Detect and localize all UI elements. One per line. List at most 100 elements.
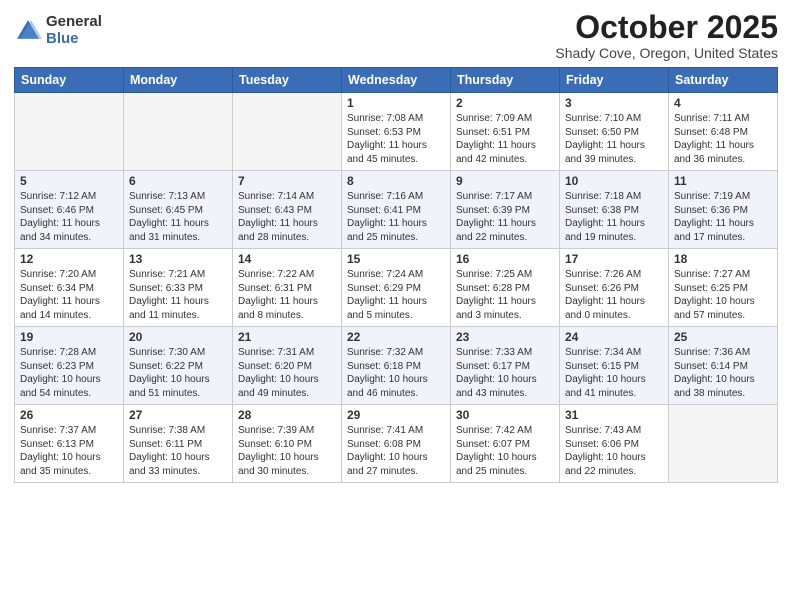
day-info: Sunrise: 7:39 AM Sunset: 6:10 PM Dayligh… [238, 424, 336, 478]
day-info: Sunrise: 7:17 AM Sunset: 6:39 PM Dayligh… [456, 190, 554, 244]
logo-text: General Blue [46, 14, 102, 47]
calendar-cell: 5 Sunrise: 7:12 AM Sunset: 6:46 PM Daylig… [15, 171, 124, 249]
day-info: Sunrise: 7:18 AM Sunset: 6:38 PM Dayligh… [565, 190, 663, 244]
calendar-week-row: 26Sunrise: 7:37 AM Sunset: 6:13 PM Dayli… [15, 405, 778, 483]
calendar-cell [15, 93, 124, 171]
calendar-cell: 7Sunrise: 7:14 AM Sunset: 6:43 PM Daylig… [233, 171, 342, 249]
calendar-cell: 12 Sunrise: 7:20 AM Sunset: 6:34 PM Dayli… [15, 249, 124, 327]
day-info: Sunrise: 7:36 AM Sunset: 6:14 PM Dayligh… [674, 346, 772, 400]
calendar-cell: 18Sunrise: 7:27 AM Sunset: 6:25 PM Dayli… [669, 249, 778, 327]
calendar-cell: 24 Sunrise: 7:34 AM Sunset: 6:15 PM Dayli… [560, 327, 669, 405]
day-number: 10 [565, 174, 663, 188]
calendar-cell: 6 Sunrise: 7:13 AM Sunset: 6:45 PM Daylig… [124, 171, 233, 249]
day-number: 16 [456, 252, 554, 266]
calendar-header-monday: Monday [124, 68, 233, 93]
calendar-cell: 14 Sunrise: 7:22 AM Sunset: 6:31 PM Dayli… [233, 249, 342, 327]
day-info: Sunrise: 7:30 AM Sunset: 6:22 PM Dayligh… [129, 346, 227, 400]
calendar-cell: 2Sunrise: 7:09 AM Sunset: 6:51 PM Daylig… [451, 93, 560, 171]
logo-icon [14, 17, 42, 45]
day-number: 18 [674, 252, 772, 266]
month-title: October 2025 [555, 10, 778, 45]
calendar-cell: 10 Sunrise: 7:18 AM Sunset: 6:38 PM Dayli… [560, 171, 669, 249]
calendar-week-row: 12 Sunrise: 7:20 AM Sunset: 6:34 PM Dayli… [15, 249, 778, 327]
calendar-cell: 26Sunrise: 7:37 AM Sunset: 6:13 PM Dayli… [15, 405, 124, 483]
calendar-header-wednesday: Wednesday [342, 68, 451, 93]
day-info: Sunrise: 7:28 AM Sunset: 6:23 PM Dayligh… [20, 346, 118, 400]
calendar-cell [124, 93, 233, 171]
calendar-cell: 22 Sunrise: 7:32 AM Sunset: 6:18 PM Dayli… [342, 327, 451, 405]
day-number: 1 [347, 96, 445, 110]
location-subtitle: Shady Cove, Oregon, United States [555, 45, 778, 61]
day-info: Sunrise: 7:20 AM Sunset: 6:34 PM Dayligh… [20, 268, 118, 322]
day-number: 14 [238, 252, 336, 266]
day-number: 21 [238, 330, 336, 344]
page: General Blue October 2025 Shady Cove, Or… [0, 0, 792, 612]
calendar-cell [669, 405, 778, 483]
calendar-cell: 9 Sunrise: 7:17 AM Sunset: 6:39 PM Daylig… [451, 171, 560, 249]
calendar-cell: 17 Sunrise: 7:26 AM Sunset: 6:26 PM Dayli… [560, 249, 669, 327]
day-info: Sunrise: 7:42 AM Sunset: 6:07 PM Dayligh… [456, 424, 554, 478]
day-info: Sunrise: 7:08 AM Sunset: 6:53 PM Dayligh… [347, 112, 445, 166]
calendar-header-friday: Friday [560, 68, 669, 93]
day-number: 12 [20, 252, 118, 266]
day-number: 17 [565, 252, 663, 266]
day-number: 11 [674, 174, 772, 188]
logo: General Blue [14, 14, 102, 47]
header: General Blue October 2025 Shady Cove, Or… [14, 10, 778, 61]
day-number: 29 [347, 408, 445, 422]
day-number: 27 [129, 408, 227, 422]
day-info: Sunrise: 7:12 AM Sunset: 6:46 PM Dayligh… [20, 190, 118, 244]
day-info: Sunrise: 7:32 AM Sunset: 6:18 PM Dayligh… [347, 346, 445, 400]
logo-general: General [46, 14, 102, 31]
calendar-cell: 19 Sunrise: 7:28 AM Sunset: 6:23 PM Dayli… [15, 327, 124, 405]
day-number: 28 [238, 408, 336, 422]
day-info: Sunrise: 7:24 AM Sunset: 6:29 PM Dayligh… [347, 268, 445, 322]
day-info: Sunrise: 7:13 AM Sunset: 6:45 PM Dayligh… [129, 190, 227, 244]
day-info: Sunrise: 7:10 AM Sunset: 6:50 PM Dayligh… [565, 112, 663, 166]
calendar-cell: 4 Sunrise: 7:11 AM Sunset: 6:48 PM Daylig… [669, 93, 778, 171]
calendar-header-sunday: Sunday [15, 68, 124, 93]
day-number: 30 [456, 408, 554, 422]
calendar-cell: 1 Sunrise: 7:08 AM Sunset: 6:53 PM Daylig… [342, 93, 451, 171]
calendar-cell [233, 93, 342, 171]
logo-blue: Blue [46, 31, 102, 48]
day-number: 15 [347, 252, 445, 266]
day-number: 9 [456, 174, 554, 188]
day-info: Sunrise: 7:33 AM Sunset: 6:17 PM Dayligh… [456, 346, 554, 400]
calendar-cell: 13Sunrise: 7:21 AM Sunset: 6:33 PM Dayli… [124, 249, 233, 327]
calendar-cell: 29 Sunrise: 7:41 AM Sunset: 6:08 PM Dayli… [342, 405, 451, 483]
calendar-week-row: 19 Sunrise: 7:28 AM Sunset: 6:23 PM Dayli… [15, 327, 778, 405]
day-number: 8 [347, 174, 445, 188]
day-info: Sunrise: 7:43 AM Sunset: 6:06 PM Dayligh… [565, 424, 663, 478]
day-info: Sunrise: 7:21 AM Sunset: 6:33 PM Dayligh… [129, 268, 227, 322]
day-info: Sunrise: 7:22 AM Sunset: 6:31 PM Dayligh… [238, 268, 336, 322]
day-number: 22 [347, 330, 445, 344]
day-number: 24 [565, 330, 663, 344]
calendar-cell: 30 Sunrise: 7:42 AM Sunset: 6:07 PM Dayli… [451, 405, 560, 483]
day-number: 20 [129, 330, 227, 344]
day-number: 31 [565, 408, 663, 422]
day-info: Sunrise: 7:41 AM Sunset: 6:08 PM Dayligh… [347, 424, 445, 478]
day-info: Sunrise: 7:34 AM Sunset: 6:15 PM Dayligh… [565, 346, 663, 400]
calendar-week-row: 1 Sunrise: 7:08 AM Sunset: 6:53 PM Daylig… [15, 93, 778, 171]
day-info: Sunrise: 7:31 AM Sunset: 6:20 PM Dayligh… [238, 346, 336, 400]
calendar-cell: 31 Sunrise: 7:43 AM Sunset: 6:06 PM Dayli… [560, 405, 669, 483]
calendar-cell: 25 Sunrise: 7:36 AM Sunset: 6:14 PM Dayli… [669, 327, 778, 405]
calendar-week-row: 5 Sunrise: 7:12 AM Sunset: 6:46 PM Daylig… [15, 171, 778, 249]
day-info: Sunrise: 7:16 AM Sunset: 6:41 PM Dayligh… [347, 190, 445, 244]
day-number: 2 [456, 96, 554, 110]
calendar-header-saturday: Saturday [669, 68, 778, 93]
day-number: 6 [129, 174, 227, 188]
calendar-cell: 21 Sunrise: 7:31 AM Sunset: 6:20 PM Dayli… [233, 327, 342, 405]
day-number: 23 [456, 330, 554, 344]
day-number: 5 [20, 174, 118, 188]
day-info: Sunrise: 7:26 AM Sunset: 6:26 PM Dayligh… [565, 268, 663, 322]
day-number: 4 [674, 96, 772, 110]
calendar-cell: 3Sunrise: 7:10 AM Sunset: 6:50 PM Daylig… [560, 93, 669, 171]
day-info: Sunrise: 7:11 AM Sunset: 6:48 PM Dayligh… [674, 112, 772, 166]
day-number: 19 [20, 330, 118, 344]
day-number: 25 [674, 330, 772, 344]
calendar-cell: 20 Sunrise: 7:30 AM Sunset: 6:22 PM Dayli… [124, 327, 233, 405]
calendar-cell: 15 Sunrise: 7:24 AM Sunset: 6:29 PM Dayli… [342, 249, 451, 327]
title-block: October 2025 Shady Cove, Oregon, United … [555, 10, 778, 61]
